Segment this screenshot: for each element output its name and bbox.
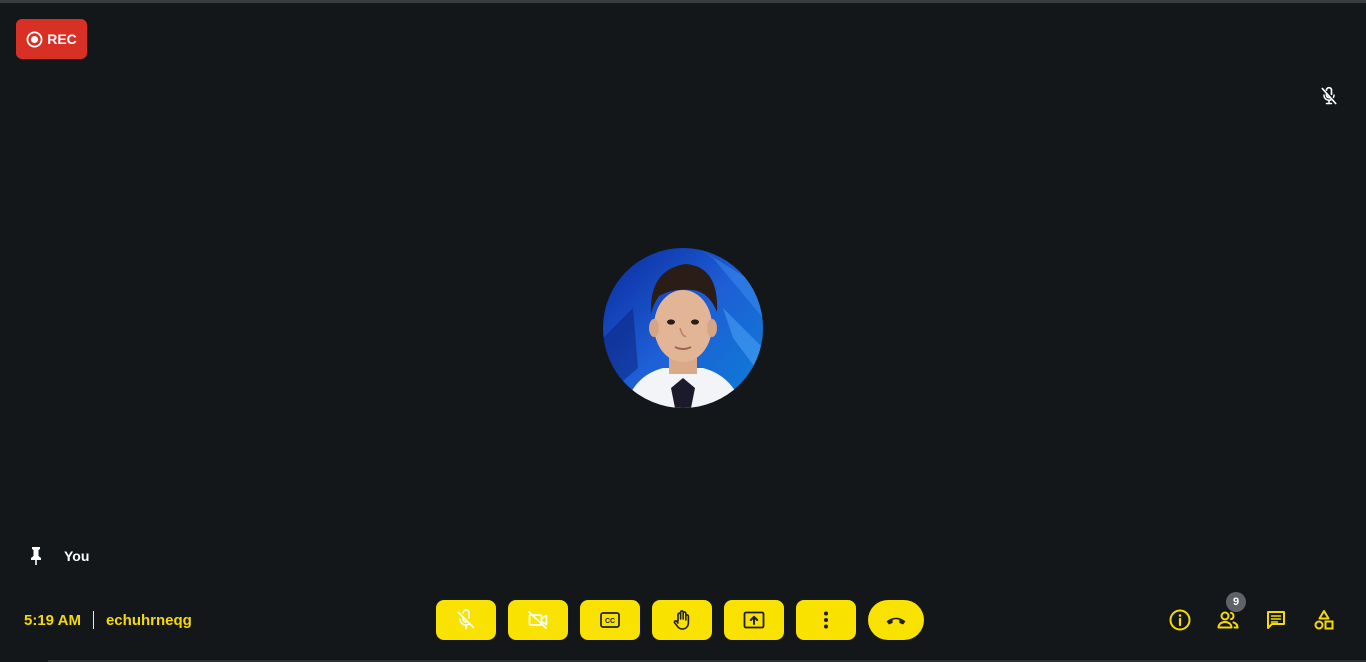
more-vert-icon [824,611,828,629]
leave-call-button[interactable] [868,600,924,640]
meeting-time: 5:19 AM [24,611,81,629]
hand-icon [673,610,690,630]
captions-toggle-button[interactable]: CC [580,600,640,640]
present-screen-button[interactable] [724,600,784,640]
chat-button[interactable] [1260,604,1292,636]
call-controls: CC [436,600,924,640]
mic-off-icon [457,609,475,630]
closed-captions-icon: CC [600,612,620,628]
meeting-info-button[interactable] [1164,604,1196,636]
svg-text:CC: CC [605,618,615,625]
people-button[interactable]: 9 [1212,592,1246,636]
self-tile-label: You [24,543,89,569]
microphone-toggle-button[interactable] [436,600,496,640]
video-off-icon [528,611,548,629]
info-icon [1169,609,1191,631]
camera-toggle-button[interactable] [508,600,568,640]
recording-badge[interactable]: REC [16,19,87,59]
participant-avatar [603,248,763,408]
meeting-details: 5:19 AM echuhrneqg [24,606,192,634]
more-options-button[interactable] [796,600,856,640]
side-panel-controls: 9 [1164,592,1340,636]
record-icon [26,31,43,47]
meeting-code: echuhrneqg [105,611,192,629]
present-to-all-icon [743,611,765,629]
participant-count-badge: 9 [1226,592,1246,612]
mic-off-icon [1321,86,1337,105]
recording-label: REC [47,31,77,47]
activities-icon [1314,610,1334,630]
raise-hand-button[interactable] [652,600,712,640]
activities-button[interactable] [1308,604,1340,636]
participant-photo [603,248,763,408]
self-name: You [64,548,90,564]
meeting-info-divider [92,611,94,629]
pin-icon[interactable] [24,544,48,568]
top-border [0,0,1366,3]
call-end-icon [886,617,906,625]
chat-icon [1267,611,1285,629]
remote-mic-off-indicator [1319,86,1339,106]
